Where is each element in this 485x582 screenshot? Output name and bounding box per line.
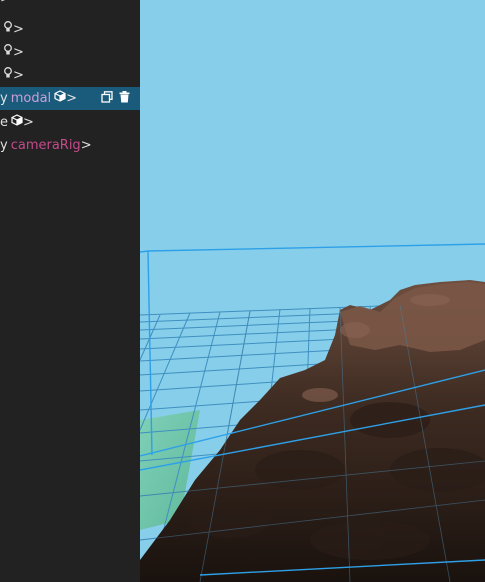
scene-entity-row-light-2[interactable]: > xyxy=(0,41,140,63)
entity-close-bracket: > xyxy=(23,114,34,130)
entity-name: cameraRig xyxy=(10,138,81,153)
entity-close-bracket: > xyxy=(13,67,24,83)
entity-close-bracket: > xyxy=(80,138,92,153)
scene-entity-row-light-3[interactable]: > xyxy=(0,64,140,86)
scene-entity-row-e[interactable]: e > xyxy=(0,111,140,133)
lightbulb-icon xyxy=(3,67,13,83)
scene-entity-row-modal[interactable]: y modal > xyxy=(0,87,140,110)
cube-icon xyxy=(54,90,66,106)
cube-icon xyxy=(11,114,23,130)
3d-scene-canvas[interactable] xyxy=(140,0,485,582)
3d-viewport[interactable] xyxy=(140,0,485,582)
scene-entity-row-light-1[interactable]: > xyxy=(0,18,140,40)
entity-tag-fragment: e xyxy=(0,114,8,130)
scene-graph-panel: > > > > y modal xyxy=(0,0,140,582)
entity-tag-fragment: y xyxy=(0,138,8,153)
entity-close-bracket: > xyxy=(66,90,78,106)
entity-close-bracket: > xyxy=(13,21,24,37)
scene-entity-row-partial[interactable]: > xyxy=(0,0,140,8)
lightbulb-icon xyxy=(3,21,13,37)
scene-entity-row-camerarig[interactable]: y cameraRig > xyxy=(0,135,140,157)
entity-tag-fragment: y xyxy=(0,90,8,106)
copy-icon[interactable] xyxy=(101,91,113,107)
entity-name: modal xyxy=(10,90,52,106)
entity-close-bracket: > xyxy=(13,44,24,60)
lightbulb-icon xyxy=(3,44,13,60)
trash-icon[interactable] xyxy=(119,91,130,107)
